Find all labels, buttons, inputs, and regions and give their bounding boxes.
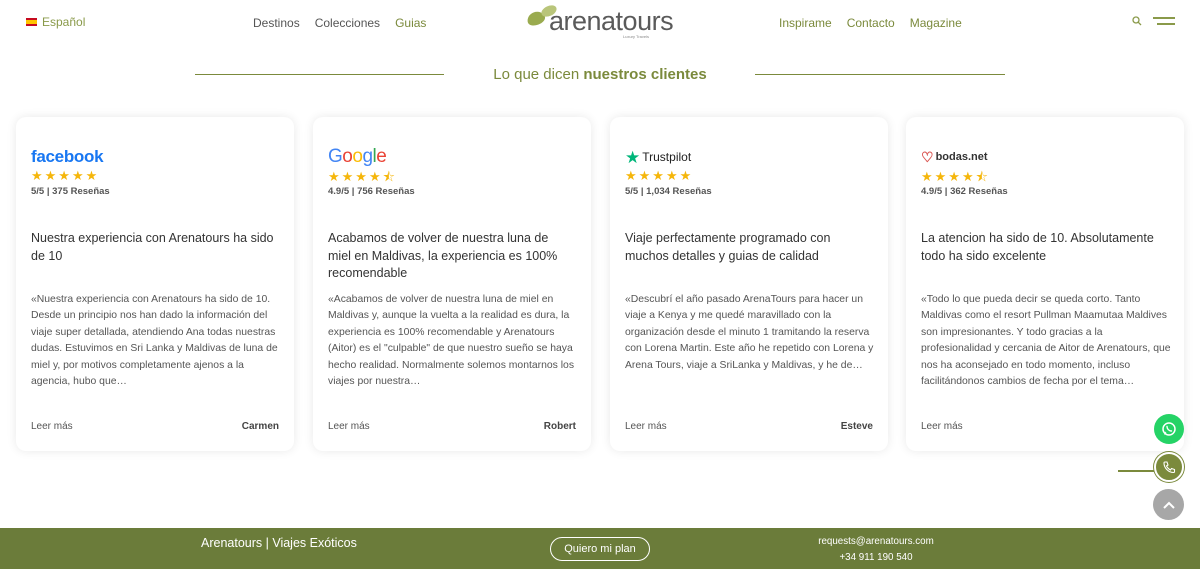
google-logo: Google (328, 146, 387, 168)
read-more-link[interactable]: Leer más (625, 421, 667, 432)
spain-flag-icon (26, 18, 37, 26)
review-card: Google ★★★★⯪ 4.9/5 | 756 Reseñas Acabamo… (313, 117, 591, 451)
review-title: Nuestra experiencia con Arenatours ha si… (31, 231, 274, 263)
footer-phone[interactable]: +34 911 190 540 (815, 550, 937, 566)
bodas-net-logo-text: bodas.net (935, 151, 988, 163)
footer-brand: Arenatours | Viajes Exóticos (201, 536, 357, 550)
rating-summary: 4.9/5 | 756 Reseñas (328, 186, 415, 197)
review-text: «Nuestra experiencia con Arenatours ha s… (31, 294, 278, 388)
review-author: Carmen (241, 421, 279, 432)
nav-inspirame[interactable]: Inspirame (779, 16, 832, 30)
trustpilot-star-icon: ★ (625, 147, 641, 167)
bodas-net-logo: ♡ bodas.net (921, 146, 988, 168)
review-title: Viaje perfectamente programado con mucho… (625, 231, 831, 263)
phone-icon (1163, 461, 1176, 474)
star-rating-icon: ★★★★★ (625, 168, 694, 183)
nav-colecciones[interactable]: Colecciones (315, 16, 380, 30)
review-text: «Descubrí el año pasado ArenaTours para … (625, 294, 874, 371)
language-selector[interactable]: Español (26, 15, 85, 29)
nav-left: Destinos Colecciones Guias (253, 16, 426, 30)
footer-email[interactable]: requests@arenatours.com (815, 534, 937, 550)
section-header: Lo que dicen nuestros clientes (0, 64, 1200, 86)
read-more-link[interactable]: Leer más (921, 421, 963, 432)
section-title: Lo que dicen nuestros clientes (493, 66, 707, 83)
trustpilot-logo-text: Trustpilot (642, 150, 692, 164)
scroll-top-button[interactable] (1153, 489, 1184, 520)
footer-contact: requests@arenatours.com +34 911 190 540 (815, 534, 937, 566)
facebook-logo: facebook (31, 146, 104, 168)
logo-text: arenatours (549, 6, 674, 36)
nav-destinos[interactable]: Destinos (253, 16, 300, 30)
review-author: Esteve (840, 421, 873, 432)
review-card: ★ Trustpilot ★★★★★ 5/5 | 1,034 Reseñas V… (610, 117, 888, 451)
nav-guias[interactable]: Guias (395, 16, 426, 30)
trustpilot-logo: ★ Trustpilot (625, 146, 691, 168)
search-icon[interactable] (1132, 16, 1142, 26)
review-title: La atencion ha sido de 10. Absolutamente… (921, 231, 1154, 263)
chevron-up-icon (1162, 501, 1175, 509)
language-label: Español (42, 15, 86, 29)
footer-bar: Arenatours | Viajes Exóticos Quiero mi p… (0, 528, 1200, 569)
review-author: Robert (543, 421, 576, 432)
call-button[interactable] (1154, 452, 1184, 482)
read-more-link[interactable]: Leer más (31, 421, 73, 432)
review-text: «Acabamos de volver de nuestra luna de m… (328, 294, 575, 388)
review-text: «Todo lo que pueda decir se queda corto.… (921, 294, 1171, 388)
review-card: facebook ★★★★★ 5/5 | 375 Reseñas Nuestra… (16, 117, 294, 451)
nav-magazine[interactable]: Magazine (910, 16, 962, 30)
nav-contacto[interactable]: Contacto (847, 16, 895, 30)
arenatours-logo[interactable]: arenatours Luxury Travels (525, 3, 677, 40)
heart-icon: ♡ (921, 149, 934, 165)
rating-summary: 4.9/5 | 362 Reseñas (921, 186, 1008, 197)
read-more-link[interactable]: Leer más (328, 421, 370, 432)
nav-right: Inspirame Contacto Magazine (779, 16, 962, 30)
whatsapp-icon (1162, 422, 1176, 436)
facebook-logo-text: facebook (31, 147, 104, 166)
logo-subtitle: Luxury Travels (623, 34, 650, 39)
rating-summary: 5/5 | 1,034 Reseñas (625, 186, 712, 197)
hamburger-menu-icon[interactable] (1153, 17, 1175, 27)
whatsapp-button[interactable] (1154, 414, 1184, 444)
review-card: ♡ bodas.net ★★★★⯪ 4.9/5 | 362 Reseñas La… (906, 117, 1184, 451)
star-rating-icon: ★★★★★ (31, 168, 100, 183)
site-header: Español Destinos Colecciones Guias arena… (0, 0, 1200, 46)
divider (755, 74, 1005, 75)
review-title: Acabamos de volver de nuestra luna de mi… (328, 231, 558, 280)
google-logo-text: Google (328, 146, 387, 167)
quiero-mi-plan-button[interactable]: Quiero mi plan (550, 537, 650, 561)
divider (1118, 470, 1154, 472)
rating-summary: 5/5 | 375 Reseñas (31, 186, 110, 197)
